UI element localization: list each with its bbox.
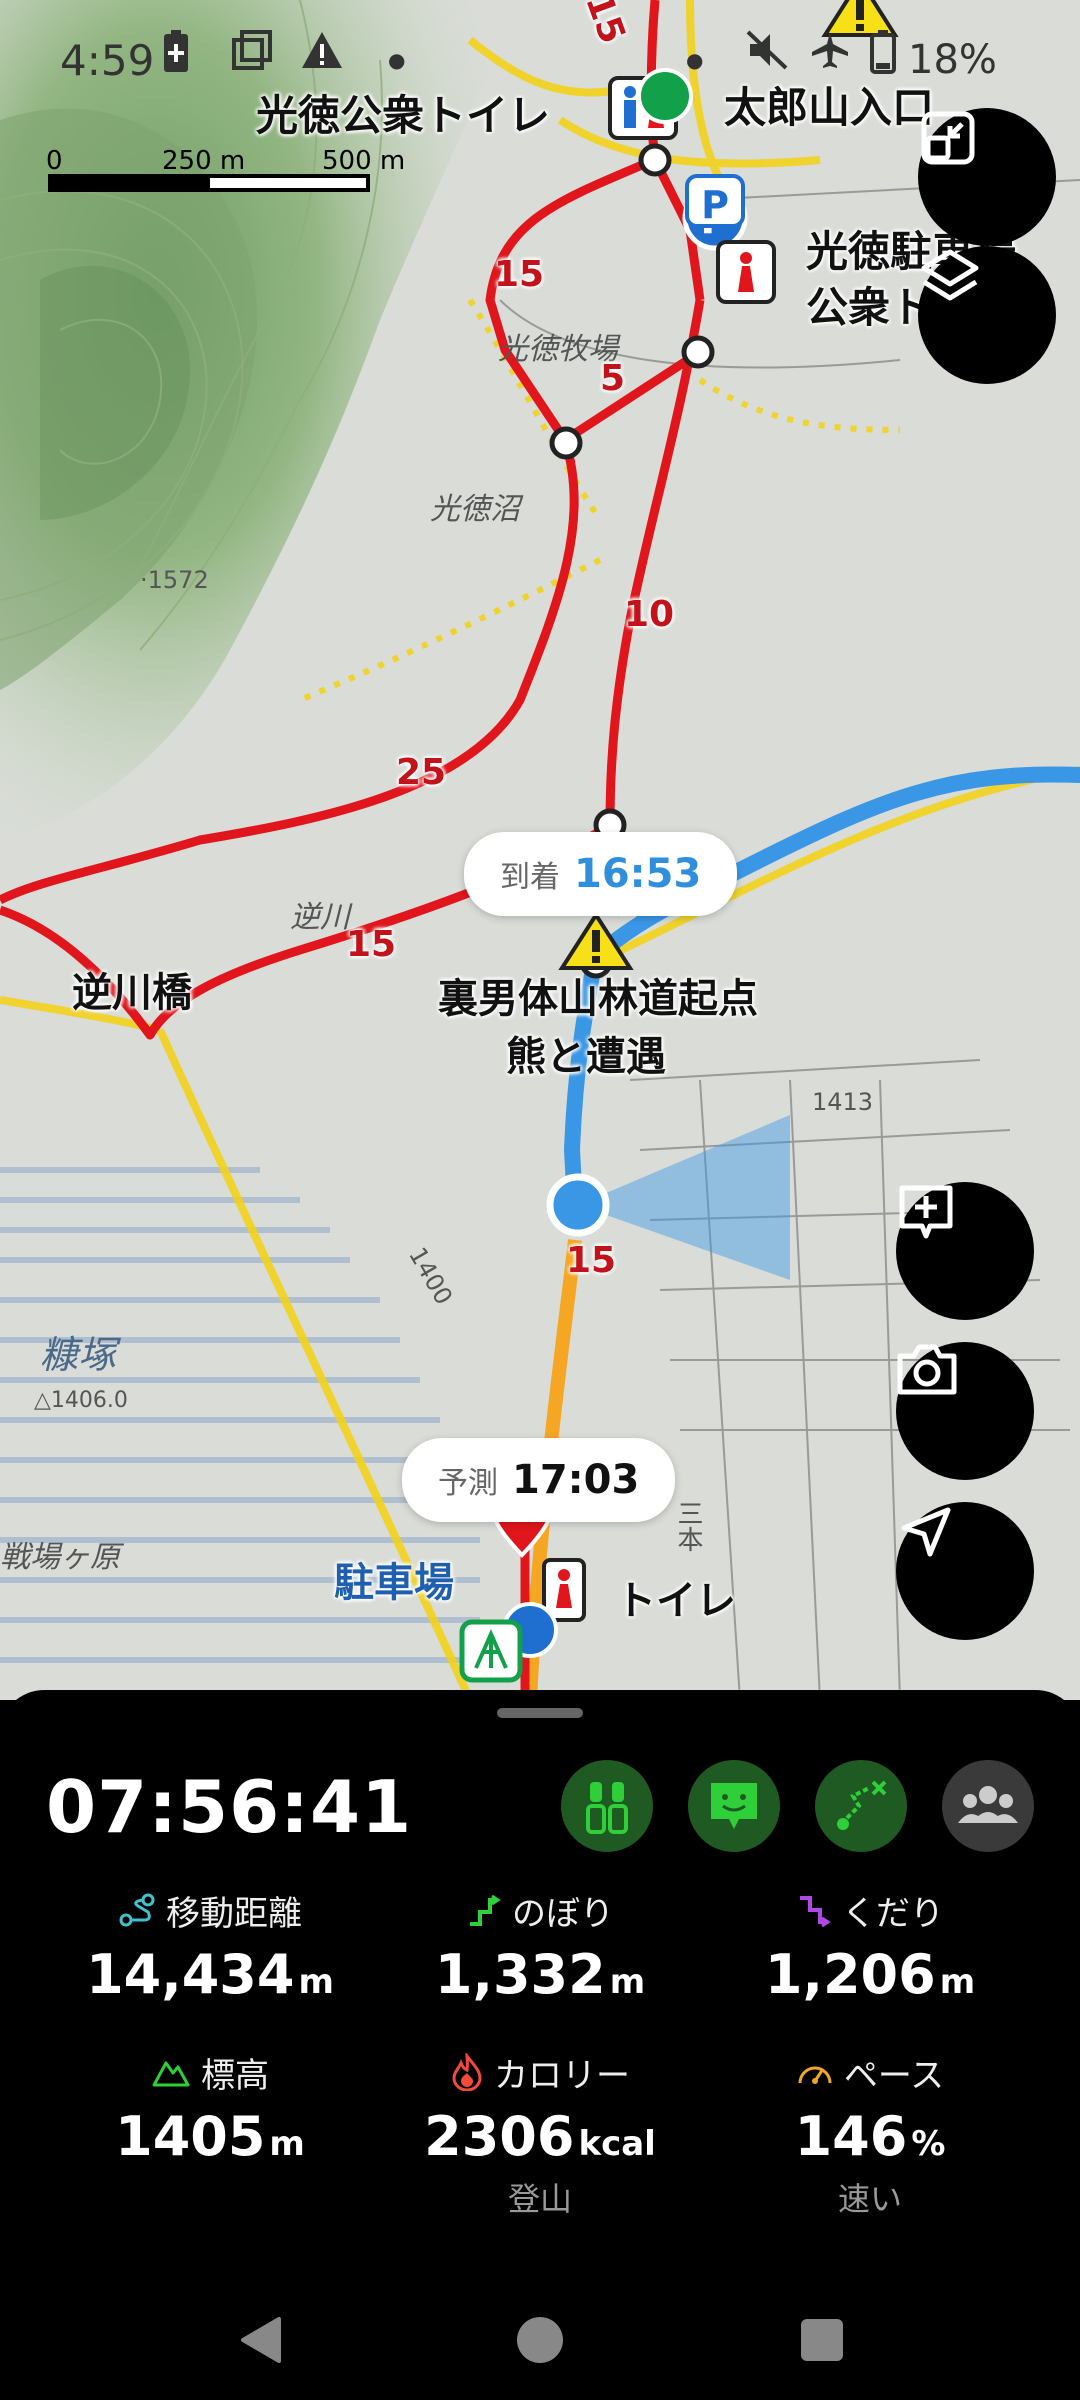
label-trailhead[interactable]: 裏男体山林道起点 [438, 966, 758, 1024]
stat-label: 標高 [201, 2055, 269, 2096]
activity-panel: 07:56:41 移動距離 14,434 m のぼり 1,332 m くだり 1,2… [0, 1690, 1080, 2400]
stat-sub: 速い [837, 2180, 902, 2218]
stat-sub: 登山 [507, 2180, 572, 2218]
stat-value: 1405 [115, 2105, 266, 2168]
label-elev-1406: △1406.0 [34, 1388, 128, 1413]
add-note-icon [899, 1185, 953, 1239]
stat-label: 移動距離 [166, 1893, 302, 1934]
svg-text:P: P [701, 183, 729, 227]
label-bear[interactable]: 熊と遭遇 [506, 1024, 666, 1082]
label-parking-2[interactable]: 公衆ト [806, 274, 932, 335]
stat-unit: m [269, 2124, 305, 2164]
camera-icon [897, 1344, 957, 1395]
descent-icon [800, 1896, 831, 1928]
route-number: 10 [624, 594, 675, 635]
pace-icon [798, 2066, 832, 2084]
stat-descent: くだり 1,206 m [700, 1885, 1040, 2007]
notification-dot-icon: ● [388, 48, 406, 72]
stat-label: くだり [842, 1893, 944, 1934]
stat-distance: 移動距離 14,434 m [40, 1885, 380, 2006]
stat-pace: ペース 146% 速い [700, 2047, 1040, 2220]
stat-calorie: カロリー 2306 kcal 登山 [370, 2047, 710, 2220]
stat-unit: % [911, 2124, 946, 2164]
stat-value: 14,434 [86, 1943, 295, 2006]
stat-label: のぼり [512, 1893, 614, 1934]
stat-value: 1,332 [434, 1943, 606, 2006]
group-button[interactable] [942, 1760, 1034, 1852]
label-taroyama[interactable]: 太郎山入口 [724, 74, 934, 135]
minimize-icon [921, 111, 975, 165]
stat-label: ペース [843, 2055, 945, 2096]
distance-icon [119, 1893, 155, 1927]
camera-button[interactable] [896, 1342, 1034, 1480]
forecast-time: 17:03 [512, 1457, 640, 1503]
add-memo-button[interactable] [896, 1182, 1034, 1320]
stat-ascent: のぼり 1,332 m [370, 1885, 710, 2007]
route-mode-button[interactable] [815, 1760, 907, 1852]
nav-back-button[interactable] [220, 2300, 300, 2380]
nav-recents-button[interactable] [782, 2300, 862, 2380]
navigation-arrow-icon [901, 1507, 951, 1557]
status-time: 4:59 [60, 35, 155, 85]
stat-value: 1,206 [764, 1943, 936, 2006]
stat-unit: kcal [578, 2124, 656, 2164]
route-path-icon [837, 1780, 887, 1830]
collapse-map-button[interactable] [918, 108, 1056, 246]
forecast-label: 予測 [438, 1466, 498, 1501]
scale-bar [48, 174, 370, 192]
stat-unit: m [298, 1962, 334, 2002]
map-view[interactable]: P P G [0, 0, 1080, 1700]
ascent-icon [470, 1894, 501, 1926]
elevation-icon [152, 2061, 190, 2087]
route-number: 25 [396, 752, 447, 793]
label-senjogahara: 戦場ヶ原 [0, 1540, 120, 1575]
stat-value: 2306 [424, 2105, 575, 2168]
label-sakasagawa-bridge[interactable]: 逆川橋 [72, 960, 192, 1018]
label-elev-1572: ·1572 [140, 566, 209, 594]
label-sakasagawa: 逆川 [290, 900, 350, 935]
arrival-time: 16:53 [574, 851, 702, 897]
label-parking-bottom[interactable]: 駐車場 [334, 1550, 454, 1608]
recents-square-icon [801, 2319, 843, 2361]
forecast-bubble[interactable]: 予測 17:03 [402, 1438, 676, 1522]
stat-elevation: 標高 1405 m [40, 2047, 380, 2169]
arrival-bubble[interactable]: 到着 16:53 [464, 832, 738, 916]
label-nukazuka: 糠塚 [40, 1333, 117, 1377]
panel-drag-handle[interactable] [497, 1708, 583, 1718]
parking-icon: P P [682, 174, 748, 251]
group-icon [958, 1786, 1018, 1823]
memo-mode-button[interactable] [688, 1760, 780, 1852]
stat-value: 146 [794, 2105, 908, 2168]
trekking-poles-icon [586, 1782, 628, 1834]
scale-label-zero: 0 [46, 146, 63, 176]
route-number: 5 [600, 358, 626, 399]
stat-unit: m [939, 1962, 976, 2002]
stat-label: カロリー [494, 2055, 630, 2096]
scale-label-mid: 250 m [162, 146, 246, 176]
label-toilet-bottom[interactable]: トイレ [616, 1568, 736, 1626]
route-number: 15 [566, 1240, 617, 1281]
scale-label-end: 500 m [322, 146, 406, 176]
arrival-label: 到着 [500, 860, 560, 895]
route-number: 15 [346, 924, 397, 965]
navigate-button[interactable] [896, 1502, 1034, 1640]
current-location-dot [546, 1173, 610, 1237]
back-triangle-icon [241, 2317, 281, 2363]
climbing-mode-button[interactable] [561, 1760, 653, 1852]
label-toilet-top[interactable]: 光徳公衆トイレ [256, 82, 550, 143]
route-number: 15 [494, 254, 545, 295]
map-layers-button[interactable] [918, 246, 1056, 384]
notification-dot-icon: ● [686, 48, 704, 72]
nav-home-button[interactable] [500, 2300, 580, 2380]
layers-icon [921, 249, 979, 301]
stat-unit: m [609, 1962, 646, 2002]
calorie-icon [452, 2053, 482, 2091]
smile-message-icon [711, 1783, 757, 1829]
label-elev-1413: 1413 [812, 1088, 874, 1116]
home-circle-icon [517, 2317, 563, 2363]
label-sanbon: 三本 [673, 1500, 703, 1552]
elapsed-time: 07:56:41 [46, 1765, 413, 1849]
label-koutoku-numa: 光徳沼 [430, 492, 520, 527]
